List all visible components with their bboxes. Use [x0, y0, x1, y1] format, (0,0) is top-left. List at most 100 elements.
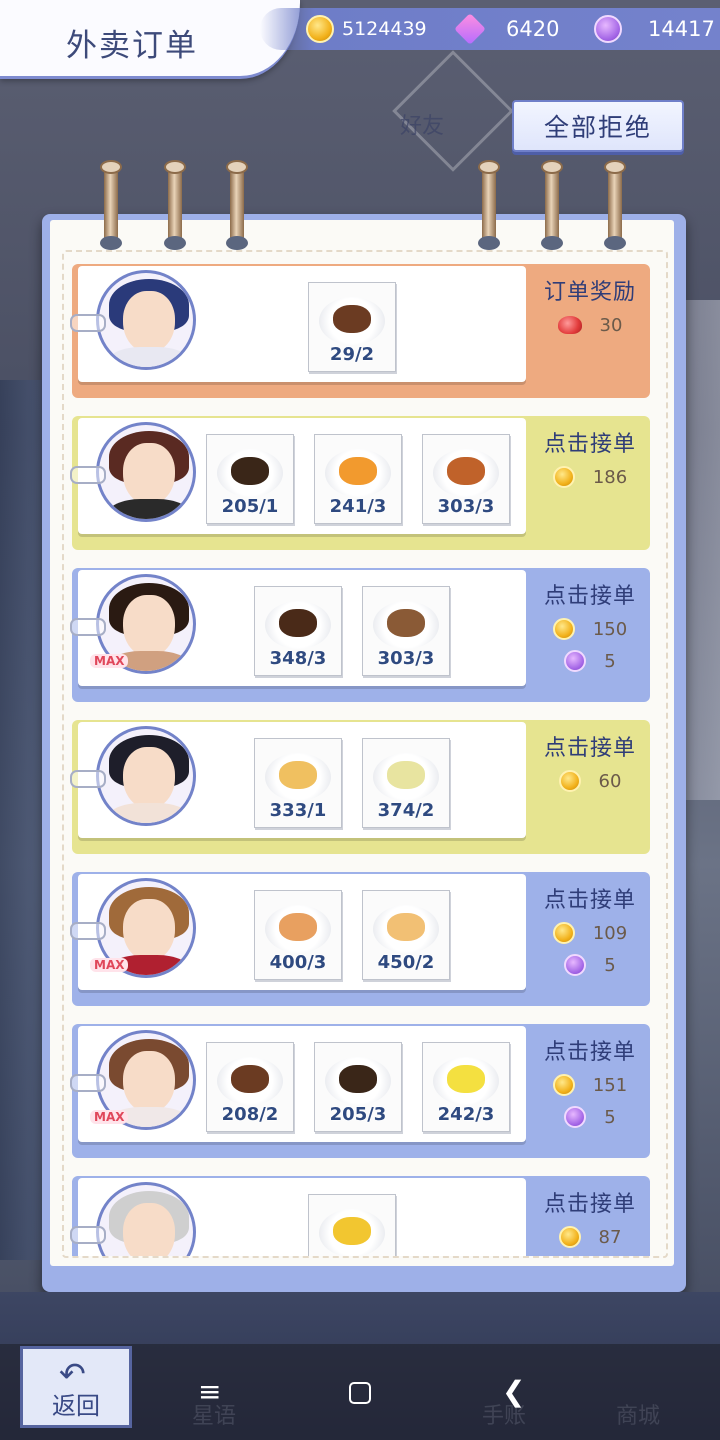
order-side-panel[interactable]: 点击接单 151 5 — [530, 1024, 650, 1130]
order-status[interactable]: 点击接单 — [530, 730, 650, 762]
binder-ring — [164, 160, 186, 250]
order-card[interactable]: 205/1 241/3 303/3 — [70, 418, 526, 534]
max-badge: MAX — [90, 654, 129, 668]
reward-value: 30 — [599, 314, 623, 336]
reward-row: 186 — [530, 464, 650, 490]
avatar-face — [123, 443, 175, 505]
reward-row: 150 — [530, 616, 650, 642]
avatar-body — [107, 499, 191, 519]
order-side-panel[interactable]: 点击接单 109 5 — [530, 872, 650, 978]
reward-row: 109 — [530, 920, 650, 946]
dish-item: 205/3 — [314, 1042, 402, 1132]
order-row[interactable]: MAX 208/2 205/3 242/3 点击接单 151 5 — [70, 1024, 650, 1158]
coffee-cup-icon — [279, 609, 317, 637]
order-side-panel[interactable]: 点击接单 186 — [530, 416, 650, 490]
reward-value: 109 — [592, 922, 628, 944]
avatar-face — [123, 1051, 175, 1113]
order-row[interactable]: MAX 348/3 303/3 点击接单 150 5 — [70, 568, 650, 702]
dish-item: 208/2 — [206, 1042, 294, 1132]
dish-item: 333/1 — [254, 738, 342, 828]
reward-row: 60 — [530, 768, 650, 794]
soup-icon — [387, 761, 425, 789]
order-card[interactable] — [70, 1178, 526, 1256]
customer-avatar — [96, 726, 196, 826]
dish-count: 205/1 — [221, 496, 279, 517]
order-row[interactable]: 205/1 241/3 303/3 点击接单 186 — [70, 416, 650, 550]
max-badge: MAX — [90, 1110, 129, 1124]
binder-ring — [604, 160, 626, 250]
paper-clip-icon — [70, 922, 106, 940]
back-chevron-icon[interactable]: ❮ — [502, 1376, 525, 1408]
reward-value: 5 — [604, 1106, 616, 1128]
dish-item: 450/2 — [362, 890, 450, 980]
order-row[interactable]: 29/2 订单奖励 30 — [70, 264, 650, 398]
order-status[interactable]: 点击接单 — [530, 578, 650, 610]
reward-value: 151 — [592, 1074, 628, 1096]
dish-count: 205/3 — [329, 1104, 387, 1125]
dish-item: 374/2 — [362, 738, 450, 828]
avatar-body — [107, 347, 191, 367]
reward-row: 5 — [530, 952, 650, 978]
fried-balls-icon — [447, 457, 485, 485]
order-status[interactable]: 点击接单 — [530, 882, 650, 914]
order-status[interactable]: 点击接单 — [530, 426, 650, 458]
home-icon[interactable] — [349, 1382, 371, 1404]
order-row[interactable]: 333/1 374/2 点击接单 60 — [70, 720, 650, 854]
orange-dessert-icon — [339, 457, 377, 485]
order-card[interactable]: MAX 348/3 303/3 — [70, 570, 526, 686]
customer-avatar — [96, 1182, 196, 1256]
menu-icon[interactable]: ≡ — [198, 1376, 221, 1408]
avatar-body — [107, 803, 191, 823]
avatar-face — [123, 899, 175, 961]
binder-ring — [478, 160, 500, 250]
friends-label: 好友 — [400, 114, 445, 139]
dish-count: 450/2 — [377, 952, 435, 973]
reward-row: 87 — [530, 1224, 650, 1250]
order-status[interactable]: 点击接单 — [530, 1034, 650, 1066]
avatar-face — [123, 1203, 175, 1256]
paper-clip-icon — [70, 1226, 106, 1244]
order-row[interactable]: MAX 400/3 450/2 点击接单 109 5 — [70, 872, 650, 1006]
order-card[interactable]: 333/1 374/2 — [70, 722, 526, 838]
avatar-face — [123, 747, 175, 809]
ice-cream-icon — [387, 609, 425, 637]
dish-count: 303/3 — [377, 648, 435, 669]
order-side-panel[interactable]: 点击接单 87 — [530, 1176, 650, 1250]
dish-item: 29/2 — [308, 282, 396, 372]
egg-dish-icon — [447, 1065, 485, 1093]
avatar-face — [123, 595, 175, 657]
order-card[interactable]: MAX 400/3 450/2 — [70, 874, 526, 990]
gem-value: 6420 — [506, 17, 560, 41]
coin-icon — [558, 1226, 581, 1248]
order-row[interactable]: 点击接单 87 — [70, 1176, 650, 1256]
reject-all-button[interactable]: 全部拒绝 — [512, 100, 684, 152]
coffee-latte-icon — [231, 1065, 269, 1093]
dish-item: 242/3 — [422, 1042, 510, 1132]
coin-icon — [558, 770, 581, 792]
reward-row: 5 — [530, 648, 650, 674]
butter-toast-icon — [333, 1217, 371, 1245]
order-side-panel[interactable]: 点击接单 150 5 — [530, 568, 650, 674]
back-button[interactable]: ↶ 返回 — [20, 1346, 132, 1428]
gem-counter[interactable]: 6420 — [454, 10, 560, 48]
pancake-icon — [279, 761, 317, 789]
back-label: 返回 — [52, 1392, 100, 1420]
heart-icon — [564, 650, 587, 672]
title-tab: 外卖订单 — [0, 0, 300, 79]
avatar-face — [123, 291, 175, 353]
order-list[interactable]: 29/2 订单奖励 30 205/1 241/3 303/3 点击接单 186 MAX 348/3… — [62, 250, 668, 1258]
gem-plus-icon[interactable] — [454, 13, 486, 45]
order-side-panel[interactable]: 订单奖励 30 — [530, 264, 650, 338]
order-status[interactable]: 订单奖励 — [530, 274, 650, 306]
coffee-latte-icon — [333, 305, 371, 333]
order-card[interactable]: MAX 208/2 205/3 242/3 — [70, 1026, 526, 1142]
dish-count: 241/3 — [329, 496, 387, 517]
reward-row: 5 — [530, 1104, 650, 1130]
dish-item — [308, 1194, 396, 1256]
cake-slice-icon — [339, 1065, 377, 1093]
order-status[interactable]: 点击接单 — [530, 1186, 650, 1218]
order-side-panel[interactable]: 点击接单 60 — [530, 720, 650, 794]
customer-avatar — [96, 422, 196, 522]
reward-value: 150 — [592, 618, 628, 640]
order-card[interactable]: 29/2 — [70, 266, 526, 382]
